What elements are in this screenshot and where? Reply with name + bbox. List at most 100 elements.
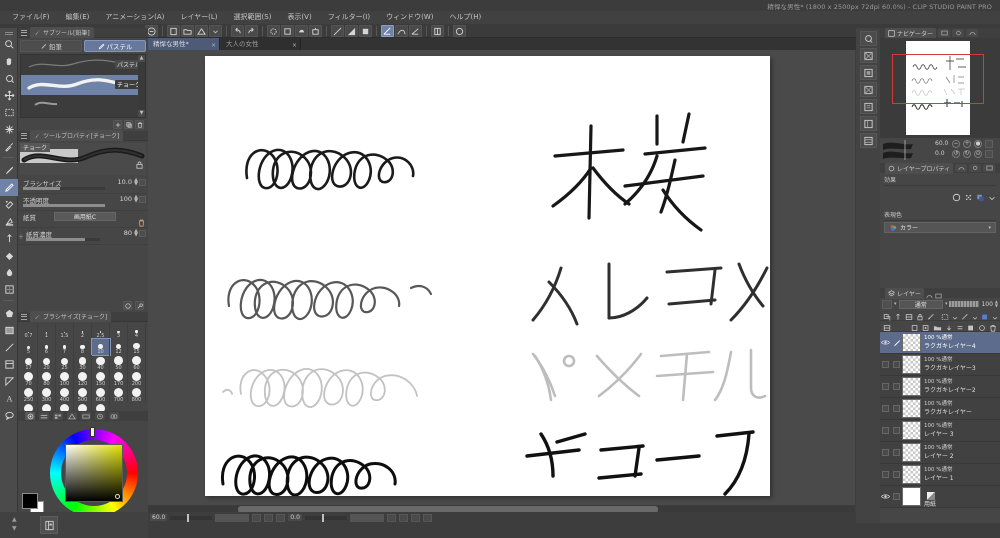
saturation-value-square[interactable]	[65, 444, 123, 502]
tab-intermediate-color[interactable]	[67, 412, 77, 420]
property-slider[interactable]	[23, 187, 105, 190]
selection-pen-icon[interactable]	[331, 25, 344, 37]
selection-clear-icon[interactable]	[359, 25, 372, 37]
chevron-down-icon[interactable]: ▾	[988, 225, 991, 231]
property-slider[interactable]	[26, 238, 100, 241]
navigator-view-frame[interactable]	[892, 54, 984, 104]
new-file-icon[interactable]	[167, 25, 180, 37]
panel-icon-animation-cels[interactable]	[859, 133, 877, 148]
edit-target-empty-icon[interactable]	[891, 449, 902, 456]
eye-off-icon[interactable]	[880, 405, 891, 412]
brush-size-cell[interactable]: 400	[56, 387, 74, 403]
menu-item-selection[interactable]: 選択範囲(S)	[226, 11, 280, 24]
brush-size-cell[interactable]: 250	[20, 387, 38, 403]
tab-subview[interactable]	[938, 29, 951, 37]
canvas-area[interactable]	[148, 50, 1000, 538]
tool-text[interactable]: A	[0, 390, 18, 407]
tool-pastel[interactable]	[0, 179, 18, 196]
layer-list[interactable]: 100 %通常 ラクガキレイヤー4 100 %通常 ラクガキレイヤー3 100 %通常ラ…	[880, 332, 1000, 508]
undo-icon[interactable]	[231, 25, 244, 37]
edit-target-empty-icon[interactable]	[891, 471, 902, 478]
eye-off-icon[interactable]	[880, 471, 891, 478]
tool-fill[interactable]	[0, 247, 18, 264]
tool-blend[interactable]	[0, 213, 18, 230]
expand-icon[interactable]: ＋	[18, 232, 24, 241]
brush-size-cell[interactable]: 0.7	[20, 323, 38, 339]
brush-size-grid[interactable]: 0.7 1 1.5 2 2.5 3 4 5 6 7 8 10 12 15 17 20 25 30 40 50 60 70 8…	[20, 323, 146, 419]
edit-target-empty-icon[interactable]	[891, 493, 902, 500]
layer-row[interactable]: 100 %通常 ラクガキレイヤー4	[880, 332, 1000, 354]
transform-icon[interactable]	[309, 25, 322, 37]
rotation-reset-icon[interactable]: ⊙	[974, 150, 982, 158]
tool-property-panel-tab[interactable]: ツールプロパティ[チョーク]	[30, 130, 124, 141]
brush-size-palette[interactable]: 0.7 1 1.5 2 2.5 3 4 5 6 7 8 10 12 15 17 20 25 30 40 50 60 70 8…	[20, 323, 146, 419]
zoom-out-button[interactable]	[252, 513, 262, 522]
menu-item-help[interactable]: ヘルプ(H)	[441, 11, 489, 24]
brush-size-cell[interactable]: 12	[110, 339, 128, 355]
snap-curve-icon[interactable]	[395, 25, 408, 37]
sub-tool-panel-tab[interactable]: サブツール[鉛筆]	[30, 27, 94, 38]
panel-icon-layer-search[interactable]	[859, 99, 877, 114]
tool-ruler[interactable]	[0, 339, 18, 356]
brush-size-cell[interactable]: 100	[56, 371, 74, 387]
property-texture-density[interactable]: ＋ 紙質濃度 80 ▲ ▼	[18, 228, 148, 245]
sub-tool-tab-pastel[interactable]: パステル	[84, 40, 146, 52]
brush-size-palette-tab[interactable]: ブラシサイズ[チョーク]	[30, 311, 112, 322]
property-paper-texture[interactable]: 紙質 画用紙C	[18, 211, 148, 228]
selection-fill-icon[interactable]	[345, 25, 358, 37]
brush-size-cell[interactable]: 120	[74, 371, 92, 387]
tab-approximate-color[interactable]	[81, 412, 91, 420]
tab-search-layer[interactable]	[969, 164, 982, 172]
brush-size-cell[interactable]: 170	[110, 371, 128, 387]
panel-menu-icon[interactable]	[21, 29, 27, 36]
tool-pen[interactable]	[0, 162, 18, 179]
brush-size-cell[interactable]: 70	[20, 371, 38, 387]
menu-item-file[interactable]: ファイル(F)	[4, 11, 58, 24]
brush-size-cell[interactable]: 15	[128, 339, 146, 355]
edit-target-empty-icon[interactable]	[891, 383, 902, 390]
menu-item-window[interactable]: ウィンドウ(W)	[378, 11, 441, 24]
brush-size-cell[interactable]: 3	[110, 323, 128, 339]
eye-icon[interactable]	[880, 339, 891, 346]
brush-size-cell[interactable]: 8	[74, 339, 92, 355]
brush-size-cell[interactable]: 5	[20, 339, 38, 355]
tool-rotate[interactable]	[0, 70, 18, 87]
layer-row[interactable]: 100 %通常 レイヤー 2	[880, 442, 1000, 464]
navigator-panel-tab[interactable]: ナビゲーター	[885, 27, 937, 39]
sub-tool-scrollbar[interactable]: ▲ ▼	[138, 55, 145, 117]
flip-horizontal-button[interactable]	[422, 513, 432, 522]
brush-size-cell[interactable]: 30	[74, 355, 92, 371]
property-toggle[interactable]	[139, 196, 146, 203]
duplicate-subtool-icon[interactable]	[124, 120, 133, 129]
tab-search[interactable]	[966, 29, 979, 37]
clear-icon[interactable]	[267, 25, 280, 37]
stepper-icon[interactable]: ▲ ▼	[134, 178, 138, 187]
property-toggle[interactable]	[139, 230, 146, 237]
brush-size-cell[interactable]: 300	[38, 387, 56, 403]
eye-off-icon[interactable]	[880, 427, 891, 434]
zoom-in-icon[interactable]: ＋	[963, 140, 971, 148]
tool-panel-divide[interactable]	[0, 356, 18, 373]
property-combo-value[interactable]: 画用紙C	[54, 212, 116, 221]
scroll-down-icon[interactable]: ▼	[138, 110, 145, 117]
tab-quick-access[interactable]	[955, 164, 968, 172]
tool-move[interactable]	[0, 87, 18, 104]
canvas-paper[interactable]	[205, 56, 770, 496]
tab-color-wheel[interactable]	[25, 412, 35, 420]
layer-color-effect-icon[interactable]	[976, 187, 985, 206]
tool-eraser[interactable]	[0, 230, 18, 247]
chevron-down-icon[interactable]	[988, 187, 996, 206]
layer-row[interactable]: 100 %通常 ラクガキレイヤー	[880, 398, 1000, 420]
redo-icon[interactable]	[245, 25, 258, 37]
page-manage-icon[interactable]	[431, 25, 444, 37]
menu-item-view[interactable]: 表示(V)	[279, 11, 319, 24]
brush-size-cell[interactable]: 10	[91, 338, 111, 356]
tool-airbrush[interactable]	[0, 196, 18, 213]
edit-target-empty-icon[interactable]	[891, 405, 902, 412]
document-tab-active[interactable]: 精悍な男性* ×	[148, 38, 220, 50]
menu-item-animation[interactable]: アニメーション(A)	[97, 11, 172, 24]
panel-icon-navigator[interactable]	[859, 31, 877, 46]
brush-size-cell[interactable]: 50	[110, 355, 128, 371]
brush-size-cell[interactable]: 60	[128, 355, 146, 371]
navigator-preview[interactable]	[880, 38, 1000, 138]
